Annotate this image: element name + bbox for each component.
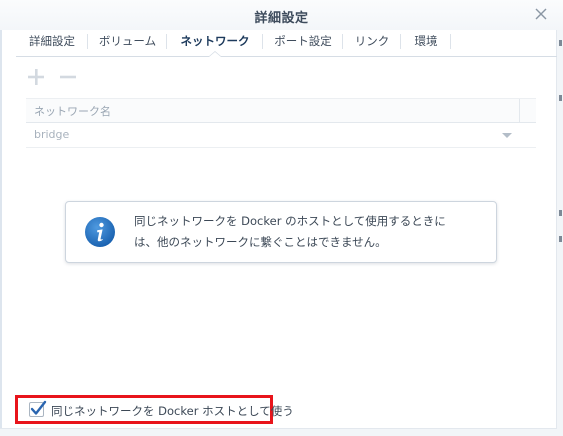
info-message-line: は、他のネットワークに繋ぐことはできません。 bbox=[134, 235, 387, 249]
grid-header: ネットワーク名 bbox=[26, 98, 536, 123]
chevron-down-icon[interactable] bbox=[502, 133, 512, 138]
info-message-text: 同じネットワークを Docker のホストとして使用するときに は、他のネットワ… bbox=[134, 211, 489, 253]
tab-label: 環境 bbox=[414, 34, 438, 48]
tab-port-settings[interactable]: ポート設定 bbox=[263, 30, 343, 56]
tab-bar: 詳細設定 ボリューム ネットワーク ポート設定 リンク 環境 bbox=[16, 30, 557, 57]
table-row[interactable]: bridge bbox=[26, 123, 536, 148]
network-name-cell: bridge bbox=[34, 128, 70, 141]
column-divider bbox=[519, 99, 520, 122]
close-icon[interactable] bbox=[533, 6, 549, 22]
active-tab-indicator bbox=[208, 51, 222, 57]
plus-icon[interactable] bbox=[26, 67, 46, 87]
network-grid: ネットワーク名 bridge bbox=[26, 98, 536, 148]
scrollbar-mark bbox=[559, 210, 562, 216]
column-header-network-name[interactable]: ネットワーク名 bbox=[34, 103, 111, 119]
info-icon bbox=[84, 216, 116, 248]
tab-label: リンク bbox=[354, 34, 390, 48]
use-host-network-checkbox[interactable] bbox=[29, 400, 47, 417]
tab-environment[interactable]: 環境 bbox=[401, 30, 451, 56]
title-bar[interactable]: 詳細設定 bbox=[0, 0, 563, 30]
dialog-bottom-edge bbox=[0, 428, 557, 436]
dialog-title: 詳細設定 bbox=[254, 11, 309, 26]
tab-network[interactable]: ネットワーク bbox=[167, 30, 263, 57]
tab-advanced-settings[interactable]: 詳細設定 bbox=[16, 30, 88, 56]
scrollbar-mark bbox=[559, 95, 562, 101]
tab-label: ボリューム bbox=[98, 34, 157, 48]
scrollbar[interactable] bbox=[556, 0, 563, 436]
use-host-network-label[interactable]: 同じネットワークを Docker ホストとして使う bbox=[51, 403, 294, 419]
minus-icon[interactable] bbox=[58, 67, 78, 87]
tab-volume[interactable]: ボリューム bbox=[88, 30, 167, 56]
info-message-line: 同じネットワークを Docker のホストとして使用するときに bbox=[134, 214, 446, 228]
tab-label: ネットワーク bbox=[180, 34, 250, 48]
tab-links[interactable]: リンク bbox=[343, 30, 401, 56]
info-message-box: 同じネットワークを Docker のホストとして使用するときに は、他のネットワ… bbox=[65, 201, 497, 263]
tab-label: 詳細設定 bbox=[29, 34, 75, 48]
tab-label: ポート設定 bbox=[274, 34, 332, 48]
checkmark-icon bbox=[30, 400, 47, 415]
scrollbar-mark bbox=[559, 236, 562, 242]
window-left-edge bbox=[0, 0, 2, 436]
scrollbar-mark bbox=[559, 40, 562, 46]
settings-dialog: 詳細設定 詳細設定 ボリューム ネットワーク ポート設定 リンク 環境 ネットワ… bbox=[0, 0, 563, 436]
